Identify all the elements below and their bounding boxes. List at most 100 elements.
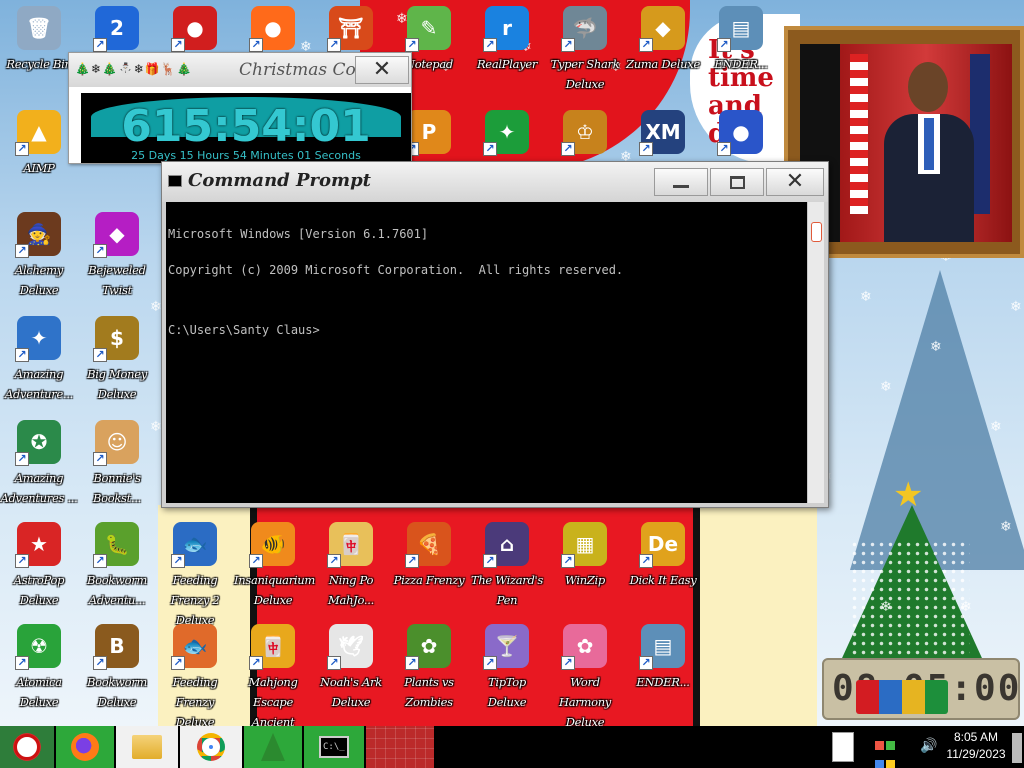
app-icon: P ↗ bbox=[405, 110, 451, 156]
desktop-icon[interactable]: De ↗ Dick It Easy bbox=[624, 522, 702, 590]
desktop-icon[interactable]: ★ ↗ AstroPop Deluxe bbox=[0, 522, 78, 610]
clock-time: 8:05 AM bbox=[953, 730, 999, 744]
desktop-icon-label: Pizza Frenzy bbox=[393, 573, 465, 587]
app-icon: 🧙 ↗ bbox=[15, 212, 61, 258]
taskbar-explorer[interactable] bbox=[116, 726, 178, 768]
desktop-icon[interactable]: ● ↗ bbox=[702, 110, 780, 158]
maximize-button[interactable] bbox=[710, 168, 764, 196]
desktop-icon[interactable]: ▤ ↗ ENDER... bbox=[702, 6, 780, 74]
desktop-icon[interactable]: ✿ ↗ Plants vs Zombies bbox=[390, 624, 468, 712]
system-clock[interactable]: 8:05 AM 11/29/2023 bbox=[942, 729, 1010, 763]
app-icon: De ↗ bbox=[639, 522, 685, 568]
countdown-titlebar[interactable]: 🎄❄🎄⛄❄🎁🦌🎄 Christmas Countdown ✕ bbox=[69, 53, 411, 87]
app-icon: 🦈 ↗ bbox=[561, 6, 607, 52]
vertical-scrollbar[interactable] bbox=[807, 202, 824, 503]
desktop-icon[interactable]: 🀄↗ Mahjong Escape Ancient China bbox=[234, 624, 312, 726]
app-icon: r ↗ bbox=[483, 6, 529, 52]
desktop-icon[interactable]: ☺ ↗ Bonnie's Bookst... bbox=[78, 420, 156, 508]
desktop-icon[interactable]: ▲ ↗ AIMP bbox=[0, 110, 78, 178]
portrait-tie bbox=[924, 118, 934, 170]
desktop-icon[interactable]: ● ↗ bbox=[156, 6, 234, 54]
app-icon: ✿ ↗ bbox=[561, 624, 607, 670]
desktop-icon-label: Feeding Frenzy 2 Deluxe bbox=[170, 573, 220, 627]
snowflake-icon: ❄ bbox=[990, 419, 1002, 435]
app-icon: ▤ ↗ bbox=[639, 624, 685, 670]
taskbar-countdown[interactable] bbox=[244, 726, 302, 768]
desktop-icon[interactable]: ♔ ↗ bbox=[546, 110, 624, 158]
app-icon: ⛩ ↗ bbox=[327, 6, 373, 52]
shortcut-arrow-icon: ↗ bbox=[561, 656, 575, 670]
app-icon: 🀄 ↗ bbox=[327, 522, 373, 568]
action-center-icon[interactable] bbox=[874, 736, 912, 768]
desktop-icon[interactable]: 🀄 ↗ Ning Po MahJo... bbox=[312, 522, 390, 610]
desktop-icon[interactable]: ✦ ↗ bbox=[468, 110, 546, 158]
app-icon: ◆ ↗ bbox=[639, 6, 685, 52]
shortcut-arrow-icon: ↗ bbox=[561, 142, 575, 156]
desktop-icon[interactable]: ▦ ↗ WinZip bbox=[546, 522, 624, 590]
desktop-icon[interactable]: 🧙 ↗ Alchemy Deluxe bbox=[0, 212, 78, 300]
console-output[interactable]: Microsoft Windows [Version 6.1.7601] Cop… bbox=[166, 202, 807, 503]
app-icon: 🐛 ↗ bbox=[93, 522, 139, 568]
show-desktop-button[interactable] bbox=[1012, 733, 1022, 763]
minimize-button[interactable] bbox=[654, 168, 708, 196]
desktop-icon[interactable]: 🍸 ↗ TipTop Deluxe bbox=[468, 624, 546, 712]
taskbar-firefox[interactable] bbox=[56, 726, 114, 768]
desktop-icon[interactable]: 2 ↗ bbox=[78, 6, 156, 54]
taskbar-command-prompt[interactable]: C:\_ bbox=[304, 726, 364, 768]
desktop-icon[interactable]: 🕊 ↗ Noah's Ark Deluxe bbox=[312, 624, 390, 712]
clock-date: 11/29/2023 bbox=[946, 747, 1006, 761]
taskbar-chrome[interactable] bbox=[180, 726, 242, 768]
volume-icon[interactable]: 🔊 bbox=[920, 738, 937, 754]
app-icon: ★ ↗ bbox=[15, 522, 61, 568]
shortcut-arrow-icon: ↗ bbox=[561, 38, 575, 52]
desktop-icon[interactable]: $ ↗ Big Money Deluxe bbox=[78, 316, 156, 404]
shortcut-arrow-icon: ↗ bbox=[93, 452, 107, 466]
app-icon: ⌂ ↗ bbox=[483, 522, 529, 568]
shortcut-arrow-icon: ↗ bbox=[93, 348, 107, 362]
desktop-icon[interactable]: ◆ ↗ Bejeweled Twist bbox=[78, 212, 156, 300]
christmas-countdown-gadget[interactable]: 🎄❄🎄⛄❄🎁🦌🎄 Christmas Countdown ✕ 615:54:01… bbox=[68, 52, 412, 164]
desktop-icon-label: Bookworm Deluxe bbox=[86, 675, 148, 709]
desktop-icon[interactable]: B ↗ Bookworm Deluxe bbox=[78, 624, 156, 712]
desktop-icon[interactable]: 🐟 ↗ Feeding Frenzy Deluxe bbox=[156, 624, 234, 726]
desktop-icon[interactable]: ✪ ↗ Amazing Adventures ... bbox=[0, 420, 78, 508]
desktop-icon-label: Noah's Ark Deluxe bbox=[320, 675, 382, 709]
shortcut-arrow-icon: ↗ bbox=[483, 656, 497, 670]
close-button[interactable]: ✕ bbox=[766, 168, 824, 196]
desktop-icon[interactable]: 🗑 Recycle Bin bbox=[0, 6, 78, 74]
desktop-icon[interactable]: ⌂ ↗ The Wizard's Pen bbox=[468, 522, 546, 610]
desktop-icon[interactable]: 🐠 ↗ Insaniquarium Deluxe bbox=[234, 522, 315, 610]
shortcut-arrow-icon: ↗ bbox=[327, 554, 341, 568]
app-icon: ✪ ↗ bbox=[15, 420, 61, 466]
scrollbar-thumb[interactable] bbox=[811, 222, 822, 242]
desktop-icon[interactable]: ✦ ↗ Amazing Adventure... bbox=[0, 316, 78, 404]
desktop-icon-label: Amazing Adventures ... bbox=[0, 471, 78, 505]
desktop-icon[interactable]: ▤ ↗ ENDER... bbox=[624, 624, 702, 692]
app-icon: 2 ↗ bbox=[93, 6, 139, 52]
desktop-icon[interactable]: r ↗ RealPlayer bbox=[468, 6, 546, 74]
desktop-icon-label: Recycle Bin bbox=[6, 57, 72, 71]
desktop-icon[interactable]: 🦈 ↗ Typer Shark Deluxe bbox=[546, 6, 624, 94]
countdown-time: 615:54:01 bbox=[121, 101, 371, 152]
maximize-icon bbox=[730, 176, 745, 189]
desktop-icon[interactable]: 🐛 ↗ Bookworm Adventu... bbox=[78, 522, 156, 610]
app-icon: B ↗ bbox=[93, 624, 139, 670]
snowflake-icon: ❄ bbox=[880, 379, 892, 395]
command-prompt-window[interactable]: Command Prompt ✕ Microsoft Windows [Vers… bbox=[161, 161, 829, 508]
shortcut-arrow-icon: ↗ bbox=[171, 38, 185, 52]
desktop-icon[interactable]: ◆ ↗ Zuma Deluxe bbox=[624, 6, 702, 74]
shortcut-arrow-icon: ↗ bbox=[93, 554, 107, 568]
desktop-icon[interactable]: ● ↗ bbox=[234, 6, 312, 54]
desktop-icon[interactable]: 🐟 ↗ Feeding Frenzy 2 Deluxe bbox=[156, 522, 234, 630]
app-icon: 🗑 bbox=[17, 6, 61, 50]
taskbar-empty-slot[interactable] bbox=[366, 726, 434, 768]
desktop-icon[interactable]: ☢ ↗ Atomica Deluxe bbox=[0, 624, 78, 712]
desktop-icon[interactable]: ✿ ↗ Word Harmony Deluxe bbox=[546, 624, 624, 726]
tray-note-icon[interactable] bbox=[832, 732, 854, 762]
desktop-icon[interactable]: 🍕 ↗ Pizza Frenzy bbox=[390, 522, 468, 590]
snowflake-icon: ❄ bbox=[1010, 299, 1022, 315]
desktop-icon[interactable]: ⛩ ↗ bbox=[312, 6, 390, 54]
cmd-titlebar[interactable]: Command Prompt ✕ bbox=[162, 162, 828, 202]
start-button[interactable] bbox=[0, 726, 54, 768]
countdown-close-button[interactable]: ✕ bbox=[355, 56, 409, 84]
